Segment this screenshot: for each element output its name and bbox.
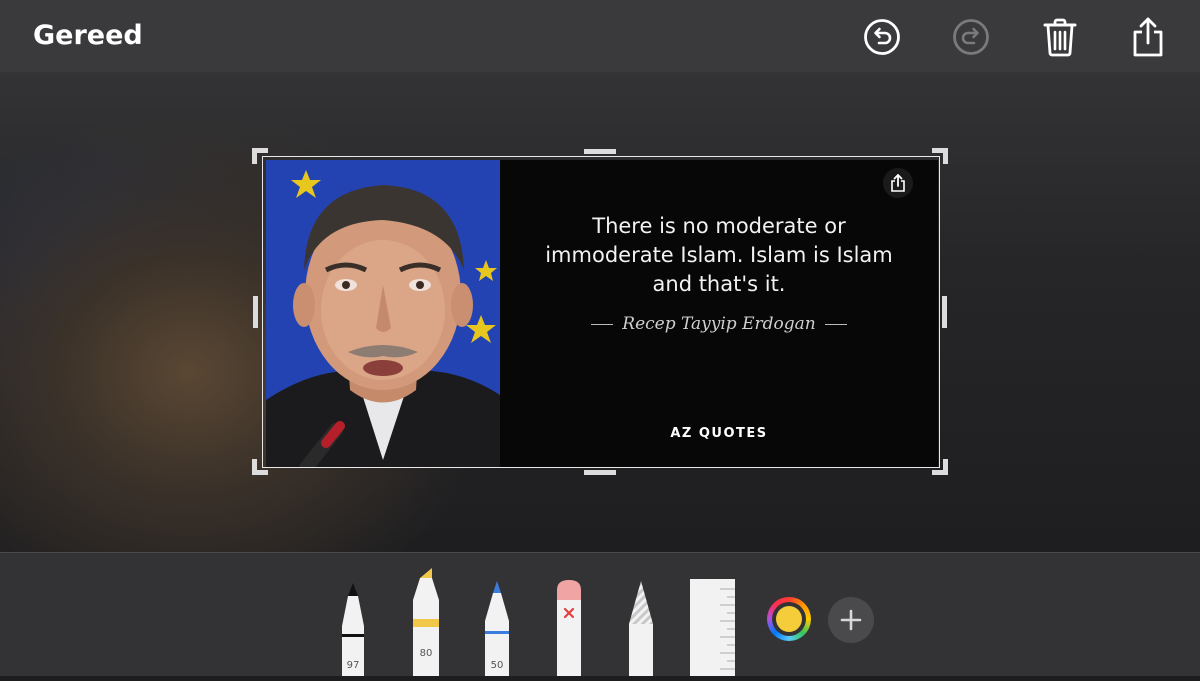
undo-button[interactable] (858, 13, 906, 61)
trash-icon (1043, 18, 1077, 57)
pencil-tool[interactable]: 50 (482, 579, 512, 676)
lasso-tool[interactable] (626, 579, 656, 676)
add-button[interactable] (828, 597, 874, 643)
ruler-icon (690, 579, 735, 676)
redo-icon (953, 19, 989, 55)
crop-handle-top-right-v[interactable] (943, 148, 948, 164)
crop-handle-top[interactable] (584, 149, 616, 154)
undo-icon (864, 19, 900, 55)
color-picker-button[interactable] (767, 597, 811, 641)
eraser-icon (557, 580, 581, 676)
lasso-icon (629, 581, 653, 676)
crop-handle-bottom-right-v[interactable] (943, 459, 948, 475)
crop-handle-left[interactable] (253, 296, 258, 328)
crop-handle-bottom[interactable] (584, 470, 616, 475)
crop-frame[interactable] (262, 156, 940, 468)
delete-button[interactable] (1036, 13, 1084, 61)
ruler-tool[interactable] (690, 579, 735, 676)
crop-handle-bottom-left-v[interactable] (252, 459, 257, 475)
redo-button[interactable] (947, 13, 995, 61)
tool-palette: 97 80 50 (0, 552, 1200, 676)
marker-tool[interactable]: 80 (410, 564, 442, 676)
top-toolbar: Gereed (0, 0, 1200, 72)
crop-handle-top-left-v[interactable] (252, 148, 257, 164)
marker-width-label: 80 (419, 648, 433, 659)
pen-tool[interactable]: 97 (338, 581, 368, 676)
share-button[interactable] (1124, 13, 1172, 61)
crop-handle-right[interactable] (942, 296, 947, 328)
eraser-tool[interactable] (555, 578, 583, 676)
pencil-width-label: 50 (490, 660, 504, 671)
plus-icon (840, 609, 862, 631)
marker-icon (413, 568, 439, 676)
pen-width-label: 97 (346, 660, 360, 671)
markup-canvas[interactable]: There is no moderate or immoderate Islam… (0, 72, 1200, 552)
selected-color-swatch (776, 606, 802, 632)
share-icon (1133, 17, 1163, 57)
done-button[interactable]: Gereed (33, 20, 143, 51)
